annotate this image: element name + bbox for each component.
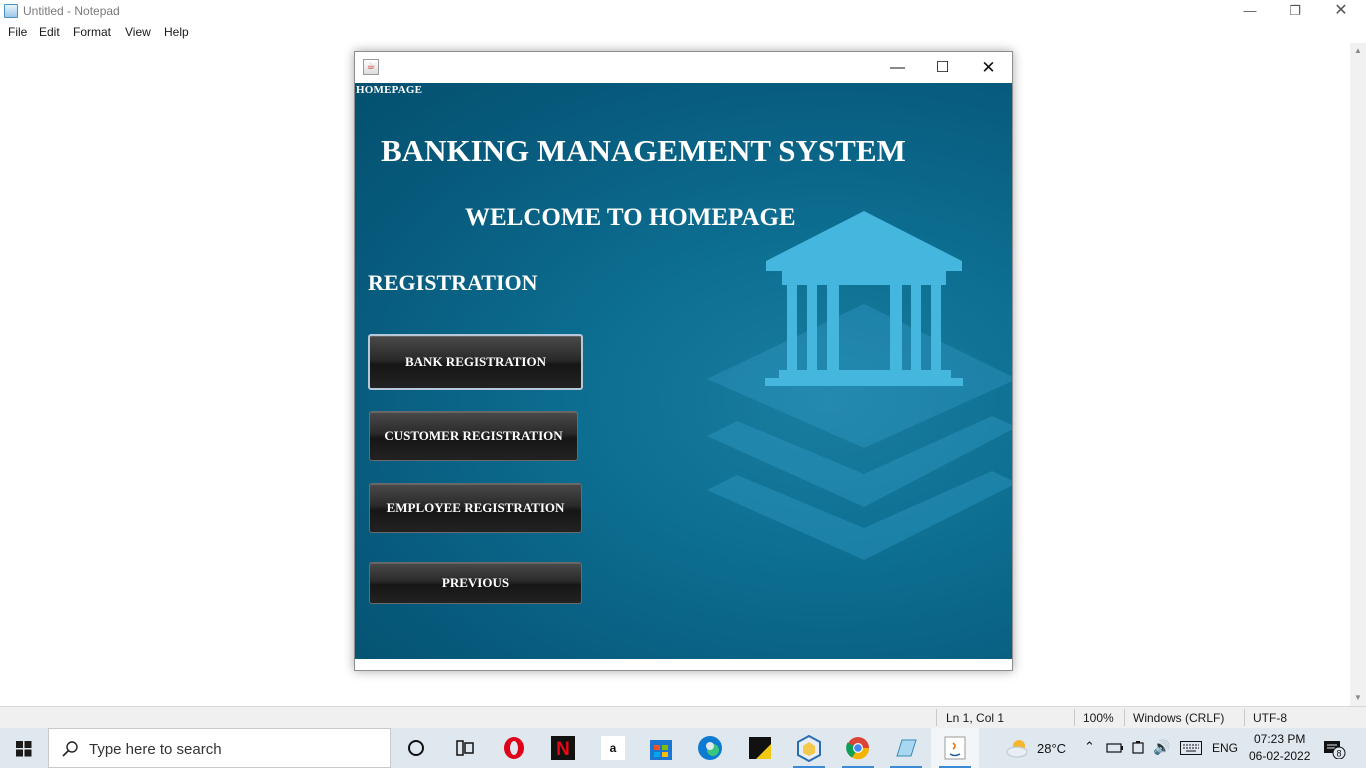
close-button[interactable]: ✕: [1318, 0, 1364, 22]
scroll-down-icon[interactable]: ▼: [1350, 690, 1366, 706]
task-view-icon[interactable]: [440, 728, 488, 768]
opera-icon[interactable]: [490, 728, 538, 768]
notepad-icon: [4, 4, 18, 18]
svg-text:N: N: [556, 739, 570, 760]
keyboard-icon[interactable]: [1180, 741, 1202, 755]
menu-view[interactable]: View: [125, 25, 151, 39]
java-close-button[interactable]: ✕: [966, 52, 1011, 83]
java-icon[interactable]: [931, 728, 979, 768]
notepad-icon[interactable]: [882, 728, 930, 768]
java-minimize-button[interactable]: —: [875, 52, 920, 83]
taskbar-search-box[interactable]: Type here to search: [48, 728, 391, 768]
java-cup-icon: ☕: [363, 59, 379, 75]
netflix-icon[interactable]: N: [539, 728, 587, 768]
notification-count: 8: [1336, 749, 1341, 759]
notification-icon[interactable]: 8: [1322, 739, 1346, 759]
language-indicator[interactable]: ENG: [1212, 741, 1238, 755]
registration-heading: REGISTRATION: [368, 270, 538, 295]
java-title-bar[interactable]: ☕ — ☐ ✕: [355, 52, 1012, 83]
minimize-button[interactable]: —: [1227, 0, 1273, 22]
menu-format[interactable]: Format: [73, 25, 111, 39]
bank-building-icon: [707, 211, 1012, 560]
employee-registration-button[interactable]: EMPLOYEE REGISTRATION: [369, 483, 582, 533]
clock-time[interactable]: 07:23 PM: [1254, 732, 1305, 746]
volume-icon[interactable]: 🔊: [1153, 739, 1170, 756]
weather-temperature[interactable]: 28°C: [1037, 741, 1066, 756]
customer-registration-button[interactable]: CUSTOMER REGISTRATION: [369, 411, 578, 461]
system-title: BANKING MANAGEMENT SYSTEM: [381, 133, 906, 168]
banking-app-window: ☕ — ☐ ✕ HOMEPAGE BANKING MANAGEMENT SYST…: [354, 51, 1013, 671]
line-ending: Windows (CRLF): [1133, 711, 1225, 725]
battery-icon[interactable]: [1131, 740, 1147, 756]
network-icon[interactable]: [1106, 741, 1124, 755]
chrome-icon[interactable]: [834, 728, 882, 768]
windows-logo-icon: [16, 741, 32, 757]
menu-help[interactable]: Help: [164, 25, 189, 39]
clock-date[interactable]: 06-02-2022: [1249, 749, 1310, 763]
notepad-window-title: Untitled - Notepad: [23, 4, 120, 18]
cortana-icon[interactable]: [392, 728, 440, 768]
notepad-title-bar[interactable]: Untitled - Notepad — ❐ ✕: [0, 0, 1366, 22]
cursor-position: Ln 1, Col 1: [946, 711, 1005, 725]
notepad-menu-bar: File Edit Format View Help: [0, 24, 1366, 42]
chevron-up-icon[interactable]: ⌃: [1084, 739, 1095, 755]
vertical-scrollbar[interactable]: ▲ ▼: [1350, 43, 1366, 706]
encoding: UTF-8: [1253, 711, 1287, 725]
menu-edit[interactable]: Edit: [39, 25, 60, 39]
java-maximize-button[interactable]: ☐: [920, 52, 965, 83]
search-icon: [62, 741, 78, 757]
windows-taskbar: Type here to search N a 28°C ⌃ 🔊 ENG 07:…: [0, 728, 1366, 768]
sticky-notes-icon[interactable]: [736, 728, 784, 768]
welcome-heading: WELCOME TO HOMEPAGE: [465, 204, 796, 231]
virtualbox-icon[interactable]: [785, 728, 833, 768]
previous-button[interactable]: PREVIOUS: [369, 562, 582, 604]
edge-icon[interactable]: [686, 728, 734, 768]
amazon-icon[interactable]: a: [589, 728, 637, 768]
menu-file[interactable]: File: [8, 25, 27, 39]
restore-button[interactable]: ❐: [1272, 0, 1318, 22]
microsoft-store-icon[interactable]: [637, 728, 685, 768]
start-button[interactable]: [0, 728, 48, 768]
homepage-panel: HOMEPAGE BANKING MANAGEMENT SYSTEM WELCO…: [355, 83, 1012, 659]
search-placeholder: Type here to search: [89, 741, 222, 758]
scroll-up-icon[interactable]: ▲: [1350, 43, 1366, 59]
zoom-level: 100%: [1083, 711, 1114, 725]
svg-text:a: a: [610, 741, 617, 755]
weather-icon[interactable]: [1005, 737, 1031, 759]
homepage-label: HOMEPAGE: [356, 84, 423, 96]
bank-registration-button[interactable]: BANK REGISTRATION: [368, 334, 583, 390]
notepad-status-bar: Ln 1, Col 1 100% Windows (CRLF) UTF-8: [0, 706, 1366, 728]
